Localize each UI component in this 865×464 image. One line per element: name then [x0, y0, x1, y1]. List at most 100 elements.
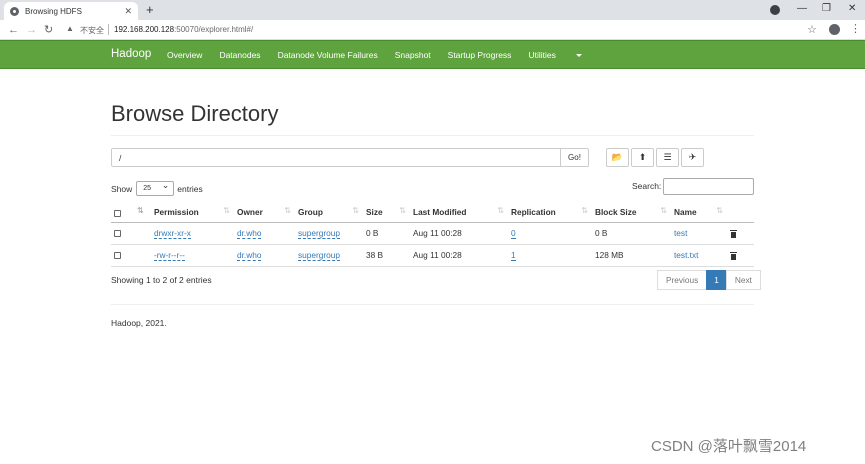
go-button[interactable]: Go!	[560, 148, 589, 167]
nav-utilities-dropdown[interactable]: Utilities	[528, 50, 598, 60]
next-button[interactable]: Next	[725, 270, 761, 290]
reload-icon[interactable]: ↻	[44, 23, 53, 37]
entries-label: entries	[177, 183, 203, 194]
permission-cell: -rw-r--r--	[151, 244, 234, 267]
header-replication[interactable]: Replication ⇅	[508, 203, 592, 223]
header-permission[interactable]: Permission ⇅	[151, 203, 234, 223]
sort-icon: ⇅	[497, 206, 504, 215]
brand-link[interactable]: Hadoop	[111, 48, 151, 60]
replication-cell: 0	[508, 222, 592, 245]
search-input[interactable]	[663, 178, 754, 195]
select-all-header	[111, 203, 133, 223]
url-separator	[108, 24, 109, 35]
row-spacer-cell	[133, 222, 151, 245]
name-cell: test.txt	[671, 244, 727, 267]
size-cell: 38 B	[363, 244, 410, 267]
hadoop-navbar: Hadoop Overview Datanodes Datanode Volum…	[0, 40, 865, 69]
cut-paste-button[interactable]: ☰	[656, 148, 679, 167]
permission-link[interactable]: drwxr-xr-x	[154, 228, 191, 239]
sort-icon: ⇅	[660, 206, 667, 215]
url-text: 192.168.200.128:50070/explorer.html#/	[114, 25, 253, 34]
create-directory-button[interactable]: 📂	[606, 148, 629, 167]
watermark: CSDN @落叶飘雪2014	[651, 438, 807, 455]
replication-link[interactable]: 0	[511, 228, 516, 239]
bookmark-star-icon[interactable]: ☆	[807, 23, 817, 36]
table-info: Showing 1 to 2 of 2 entries	[111, 275, 212, 285]
directory-path-input[interactable]: /	[111, 148, 561, 167]
nav-datanodes[interactable]: Datanodes	[219, 50, 260, 60]
permission-cell: drwxr-xr-x	[151, 222, 234, 245]
caret-down-icon	[575, 54, 582, 58]
modified-cell: Aug 11 00:28	[410, 244, 508, 267]
row-select-cell	[111, 244, 133, 267]
row-checkbox[interactable]	[114, 252, 121, 260]
header-group-label: Group	[298, 207, 323, 218]
page-1-button[interactable]: 1	[706, 270, 727, 290]
profile-avatar-icon[interactable]	[829, 24, 840, 35]
sort-icon: ⇅	[716, 206, 723, 215]
header-name-label: Name	[674, 207, 697, 218]
back-icon[interactable]: ←	[8, 23, 19, 37]
sort-icon: ⇅	[399, 206, 406, 215]
sort-icon: ⇅	[137, 206, 144, 215]
sort-icon: ⇅	[581, 206, 588, 215]
name-link[interactable]: test.txt	[674, 250, 698, 260]
previous-button[interactable]: Previous	[657, 270, 708, 290]
nav-snapshot[interactable]: Snapshot	[395, 50, 431, 60]
entries-select[interactable]: 25	[136, 179, 175, 196]
search-label: Search:	[632, 181, 662, 191]
group-link[interactable]: supergroup	[298, 228, 340, 239]
row-checkbox[interactable]	[114, 230, 121, 238]
select-all-checkbox[interactable]	[114, 209, 121, 217]
tab-close-icon[interactable]: ✕	[124, 6, 132, 17]
show-label: Show	[111, 183, 133, 194]
nav-startup-progress[interactable]: Startup Progress	[448, 50, 512, 60]
name-link[interactable]: test	[674, 228, 687, 238]
trash-icon[interactable]	[730, 251, 737, 260]
replication-cell: 1	[508, 244, 592, 267]
permission-link[interactable]: -rw-r--r--	[154, 250, 185, 261]
owner-cell: dr.who	[234, 222, 295, 245]
nav-overview[interactable]: Overview	[167, 50, 202, 60]
divider	[111, 304, 754, 305]
upload-button[interactable]: ⬆	[631, 148, 654, 167]
header-block-size[interactable]: Block Size ⇅	[592, 203, 671, 223]
header-permission-label: Permission	[154, 207, 199, 218]
browser-menu-icon[interactable]: ⋮	[850, 22, 861, 35]
block-size-cell: 0 B	[592, 222, 671, 245]
tab-title: Browsing HDFS	[25, 6, 82, 16]
delete-cell	[727, 222, 754, 245]
header-group[interactable]: Group ⇅	[295, 203, 363, 223]
owner-link[interactable]: dr.who	[237, 228, 262, 239]
record-icon[interactable]	[770, 5, 780, 15]
move-button[interactable]: ✈	[681, 148, 704, 167]
nav-links: Overview Datanodes Datanode Volume Failu…	[167, 50, 616, 60]
header-last-modified[interactable]: Last Modified ⇅	[410, 203, 508, 223]
forward-icon[interactable]: →	[26, 23, 37, 37]
group-link[interactable]: supergroup	[298, 250, 340, 261]
header-name[interactable]: Name ⇅	[671, 203, 727, 223]
pagination: Previous 1 Next	[657, 270, 761, 290]
insecure-label: 不安全	[80, 26, 104, 35]
header-size[interactable]: Size ⇅	[363, 203, 410, 223]
trash-icon[interactable]	[730, 229, 737, 238]
browser-tab-bar: Browsing HDFS ✕ + — ❐ ✕	[0, 0, 865, 20]
replication-link[interactable]: 1	[511, 250, 516, 261]
header-owner[interactable]: Owner ⇅	[234, 203, 295, 223]
window-close-icon[interactable]: ✕	[848, 3, 856, 14]
browser-tab[interactable]: Browsing HDFS ✕	[4, 2, 138, 20]
header-block-size-label: Block Size	[595, 207, 637, 218]
header-owner-label: Owner	[237, 207, 263, 218]
modified-cell: Aug 11 00:28	[410, 222, 508, 245]
maximize-icon[interactable]: ❐	[822, 3, 831, 14]
sort-header[interactable]: ⇅	[133, 203, 151, 223]
url-field[interactable]: ▲ 不安全 192.168.200.128:50070/explorer.htm…	[62, 22, 832, 38]
nav-volume-failures[interactable]: Datanode Volume Failures	[278, 50, 378, 60]
name-cell: test	[671, 222, 727, 245]
file-table: ⇅ Permission ⇅ Owner ⇅ Group ⇅ Size ⇅ Last M…	[111, 203, 754, 267]
header-size-label: Size	[366, 207, 383, 218]
owner-link[interactable]: dr.who	[237, 250, 262, 261]
minimize-icon[interactable]: —	[797, 3, 807, 14]
page-title: Browse Directory	[111, 101, 279, 126]
new-tab-button[interactable]: +	[146, 2, 154, 18]
